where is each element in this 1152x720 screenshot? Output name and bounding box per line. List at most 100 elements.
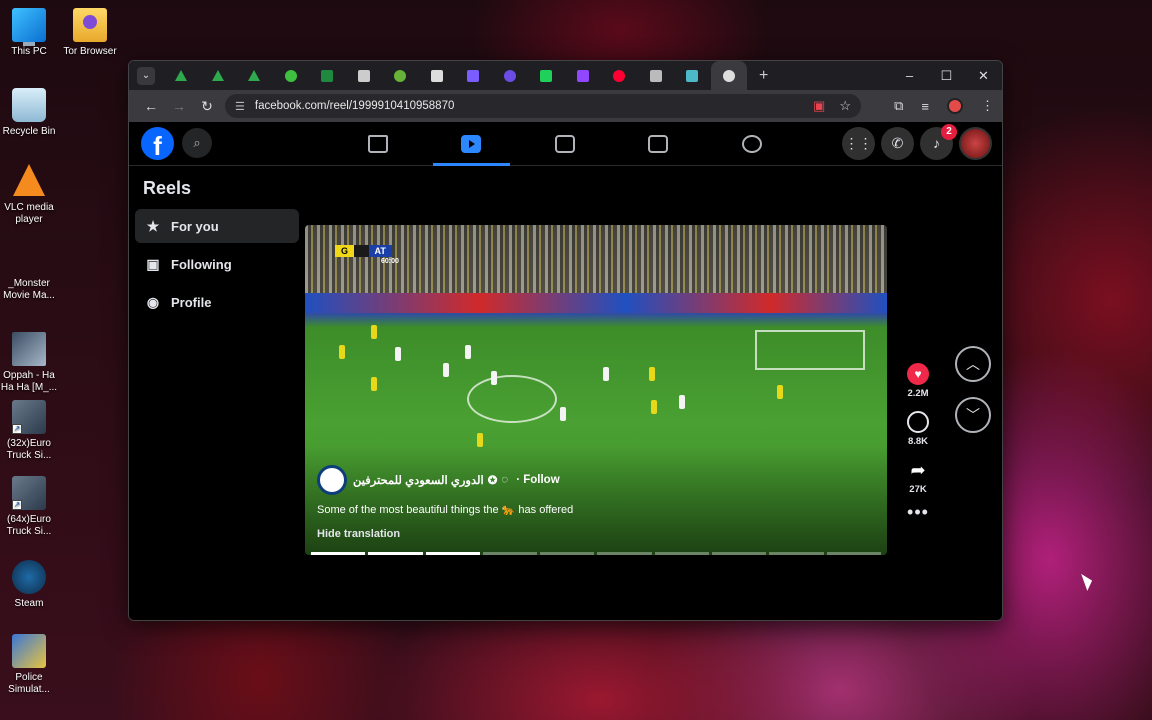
browser-tab[interactable] xyxy=(419,61,456,90)
hide-translation-button[interactable]: Hide translation xyxy=(317,528,400,540)
messenger-icon[interactable]: ✆ xyxy=(881,127,914,160)
desktop-icon-euro-truck-32[interactable]: ↗ (32x)Euro Truck Si... xyxy=(0,400,58,461)
score xyxy=(354,245,369,257)
reload-icon[interactable]: ↻ xyxy=(193,98,221,115)
desktop-icon-label: This PC xyxy=(11,46,47,57)
forward-arrow-icon[interactable]: → xyxy=(165,98,193,114)
reel-channel: الدوري السعودي للمحترفين ✪ ◌ · Follow xyxy=(317,465,560,495)
sidebar-item-following[interactable]: ▣ Following xyxy=(135,247,299,281)
browser-tab[interactable] xyxy=(346,61,383,90)
share-count: 27K xyxy=(909,484,927,495)
tab-favicon-icon xyxy=(576,69,589,82)
player xyxy=(603,367,609,381)
scoreboard: G AT xyxy=(335,245,392,257)
new-tab-button[interactable]: + xyxy=(759,67,768,85)
reel-video[interactable]: G AT 60:00 الدوري السعودي للمحترفين ✪ ◌ … xyxy=(305,225,887,555)
reel-progress-bar[interactable] xyxy=(311,552,881,555)
browser-tab[interactable] xyxy=(601,61,638,90)
share-action[interactable]: ➦ 27K xyxy=(901,459,935,495)
desktop-icon-steam[interactable]: Steam xyxy=(0,560,58,610)
computer-icon xyxy=(12,8,46,46)
desktop-icon-label: (64x)Euro Truck Si... xyxy=(6,514,52,537)
sidebar-item-profile[interactable]: ◉ Profile xyxy=(135,285,299,319)
maximize-button[interactable]: ☐ xyxy=(928,61,965,90)
channel-avatar[interactable] xyxy=(317,465,347,495)
browser-tab[interactable] xyxy=(236,61,273,90)
site-info-icon[interactable]: ☰ xyxy=(235,100,245,113)
vlc-icon xyxy=(13,164,45,198)
browser-tab[interactable] xyxy=(200,61,237,90)
desktop-icon-label: Recycle Bin xyxy=(2,126,56,137)
browser-tab[interactable] xyxy=(163,61,200,90)
browser-tab[interactable] xyxy=(638,61,675,90)
comment-icon xyxy=(907,411,929,433)
facebook-logo-icon[interactable]: f xyxy=(141,127,174,160)
nav-groups[interactable] xyxy=(705,122,799,166)
page-title: Reels xyxy=(143,178,192,198)
progress-segment xyxy=(769,552,824,555)
desktop-icon-oppah[interactable]: Oppah - Ha Ha Ha [M_... xyxy=(0,332,58,393)
browser-tab[interactable] xyxy=(455,61,492,90)
desktop-icon-monster-movie[interactable]: _Monster Movie Ma... xyxy=(0,244,58,301)
steam-icon xyxy=(12,560,46,594)
screen-record-icon[interactable]: ▣ xyxy=(813,98,825,114)
reels-sidebar: Reels ★ For you ▣ Following ◉ Profile xyxy=(135,166,299,323)
nav-marketplace[interactable] xyxy=(612,122,706,166)
browser-window: ⌄ + – ☐ ✕ ← → ↻ ☰ facebook.com/reel/1999… xyxy=(128,60,1003,621)
desktop-icon-vlc[interactable]: VLC media player xyxy=(0,164,58,225)
progress-segment xyxy=(597,552,652,555)
browser-tab[interactable] xyxy=(273,61,310,90)
nav-home[interactable] xyxy=(331,122,425,166)
groups-icon xyxy=(741,135,762,153)
follow-button[interactable]: · Follow xyxy=(516,474,559,486)
progress-segment xyxy=(482,552,538,555)
desktop-icon-recycle-bin[interactable]: Recycle Bin xyxy=(0,88,58,138)
browser-menu-icon[interactable]: ⋮ xyxy=(981,98,994,114)
desktop-icon-police-sim[interactable]: Police Simulat... xyxy=(0,634,58,695)
tab-favicon-icon xyxy=(649,69,662,82)
progress-segment xyxy=(425,552,480,555)
nav-dashboard[interactable] xyxy=(518,122,612,166)
minimize-button[interactable]: – xyxy=(891,61,928,90)
menu-grid-icon[interactable]: ⋮⋮ xyxy=(842,127,875,160)
channel-name[interactable]: الدوري السعودي للمحترفين xyxy=(353,473,484,487)
truck-game-icon: ↗ xyxy=(12,476,46,510)
bookmark-star-icon[interactable]: ☆ xyxy=(839,98,851,114)
like-action[interactable]: ♥ 2.2M xyxy=(901,363,935,399)
browser-tab[interactable] xyxy=(565,61,602,90)
browser-tab[interactable] xyxy=(492,61,529,90)
browser-profile-avatar[interactable] xyxy=(947,98,963,114)
browser-tab[interactable] xyxy=(382,61,419,90)
sidebar-item-for-you[interactable]: ★ For you xyxy=(135,209,299,243)
extensions-icon[interactable]: ⧉ xyxy=(894,98,903,114)
tab-favicon-icon xyxy=(430,69,443,82)
close-button[interactable]: ✕ xyxy=(965,61,1002,90)
media-controls-icon[interactable]: ≡ xyxy=(921,99,929,114)
back-arrow-icon[interactable]: ← xyxy=(137,98,165,114)
browser-tab[interactable] xyxy=(674,61,711,90)
browser-tab[interactable] xyxy=(528,61,565,90)
account-avatar[interactable] xyxy=(959,127,992,160)
pitch-center-circle xyxy=(467,375,557,423)
previous-reel-button[interactable]: ︿ xyxy=(955,346,991,382)
comment-action[interactable]: 8.8K xyxy=(901,411,935,447)
desktop-icon-tor-browser[interactable]: Tor Browser xyxy=(60,8,120,58)
team-away: AT xyxy=(368,245,392,257)
browser-tab[interactable] xyxy=(710,61,747,90)
search-icon[interactable]: ⌕ xyxy=(182,128,212,158)
desktop-icon-euro-truck-64[interactable]: ↗ (64x)Euro Truck Si... xyxy=(0,476,58,537)
notifications-bell-icon[interactable]: ♪ 2 xyxy=(920,124,957,160)
mouse-cursor-icon xyxy=(1081,571,1095,591)
tab-list xyxy=(163,61,747,90)
reel-caption: Some of the most beautiful things the 🐆 … xyxy=(317,503,573,516)
nav-reels[interactable] xyxy=(425,122,519,166)
address-bar[interactable]: ☰ facebook.com/reel/1999910410958870 ▣ ☆ xyxy=(225,94,861,118)
more-options-icon[interactable]: ••• xyxy=(901,503,935,521)
desktop-icon-this-pc[interactable]: This PC xyxy=(0,8,58,58)
tab-favicon-icon xyxy=(175,70,188,81)
tab-favicon-icon xyxy=(248,70,261,81)
browser-tab[interactable] xyxy=(309,61,346,90)
tab-search-chevron-icon[interactable]: ⌄ xyxy=(137,66,155,85)
next-reel-button[interactable]: ﹀ xyxy=(955,397,991,433)
shortcut-arrow-icon: ↗ xyxy=(12,500,22,510)
